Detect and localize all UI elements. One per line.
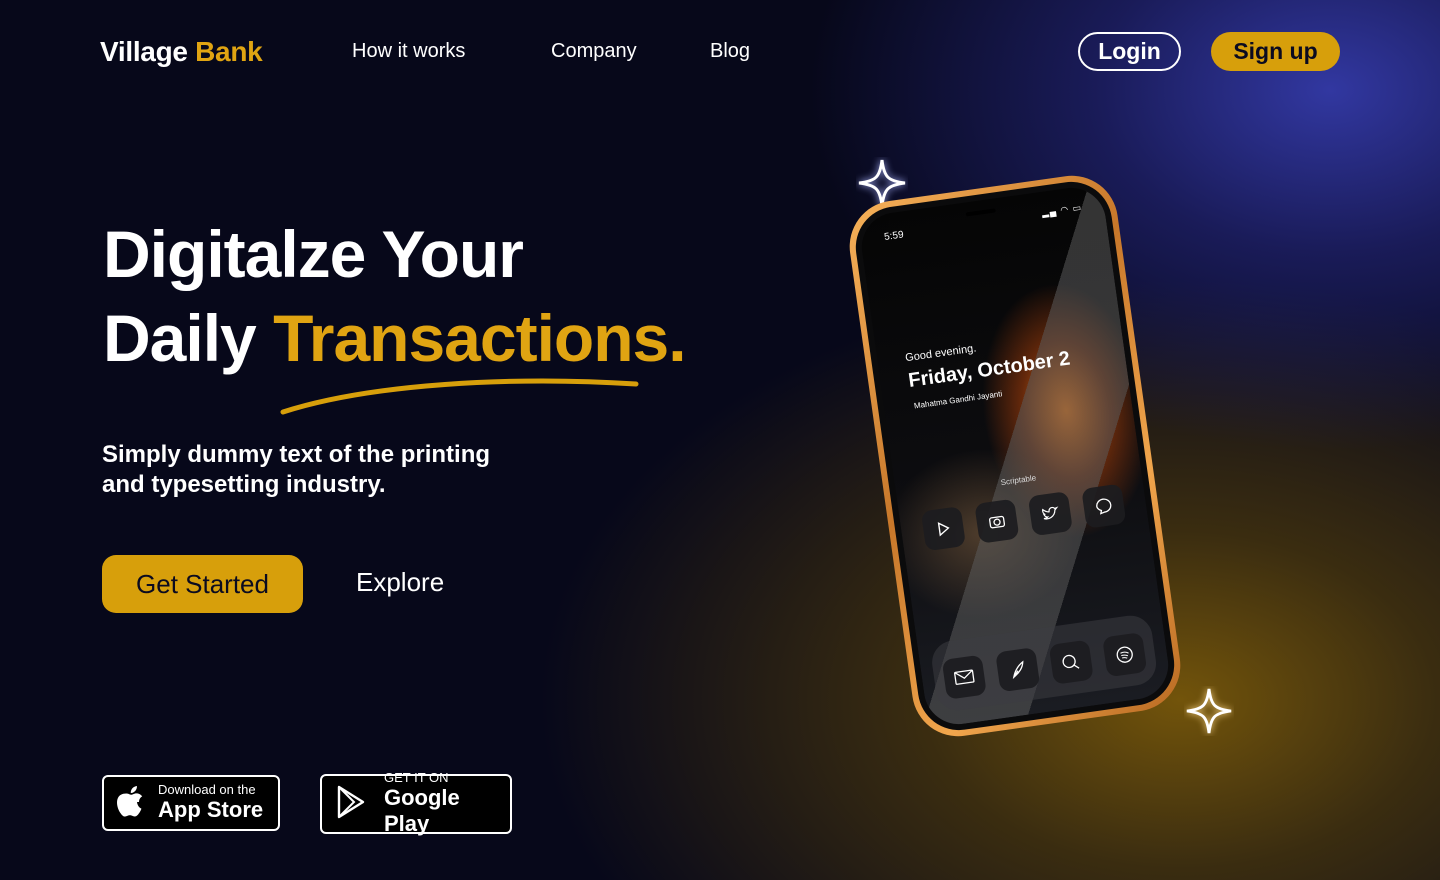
signup-button[interactable]: Sign up — [1211, 32, 1340, 71]
google-play-icon — [336, 785, 366, 824]
login-button[interactable]: Login — [1078, 32, 1181, 71]
app-store-badge[interactable]: Download on the App Store — [102, 775, 280, 831]
logo[interactable]: Village Bank — [100, 36, 263, 68]
sparkle-icon — [1186, 688, 1232, 734]
get-started-button[interactable]: Get Started — [102, 555, 303, 613]
headline-underline-swoosh — [280, 378, 639, 415]
nav-link-company[interactable]: Company — [551, 40, 637, 63]
headline-line-2-accent: Transactions. — [273, 301, 686, 375]
headline-line-1: Digitalze Your — [103, 217, 524, 291]
logo-primary: Village — [100, 36, 188, 67]
app-store-small-text: Download on the — [158, 782, 256, 797]
explore-link[interactable]: Explore — [356, 567, 444, 598]
phone-screen: 5:59 ▂▄ ◠ ▭ Good evening. Friday, Octobe… — [857, 183, 1173, 729]
google-play-small-text: GET IT ON — [384, 770, 449, 785]
phone-status-time: 5:59 — [883, 229, 905, 244]
phone-notch — [965, 208, 996, 217]
logo-accent: Bank — [195, 36, 263, 67]
messages-icon — [1048, 639, 1094, 685]
chat-icon — [1081, 483, 1127, 529]
signal-wifi-battery-icon: ▂▄ ◠ ▭ — [1041, 202, 1083, 218]
headline-line-2-white: Daily — [103, 301, 257, 375]
feather-icon — [995, 647, 1041, 693]
phone-holiday: Mahatma Gandhi Jayanti — [913, 389, 1003, 411]
hero-headline: Digitalze Your Daily Transactions. — [103, 212, 687, 380]
nav-link-blog[interactable]: Blog — [710, 40, 750, 63]
google-play-big-text: Google Play — [384, 785, 460, 836]
nav-link-how-it-works[interactable]: How it works — [352, 40, 465, 63]
phone-mockup: 5:59 ▂▄ ◠ ▭ Good evening. Friday, Octobe… — [843, 169, 1187, 743]
spotify-icon — [1102, 632, 1148, 678]
mail-icon — [941, 654, 987, 700]
play-icon — [920, 506, 967, 552]
google-play-badge[interactable]: GET IT ON Google Play — [320, 770, 512, 836]
app-store-big-text: App Store — [158, 797, 264, 822]
twitter-icon — [1027, 491, 1073, 537]
camera-icon — [974, 498, 1020, 544]
hero-subtext: Simply dummy text of the printing and ty… — [102, 441, 491, 498]
apple-icon — [116, 785, 144, 822]
